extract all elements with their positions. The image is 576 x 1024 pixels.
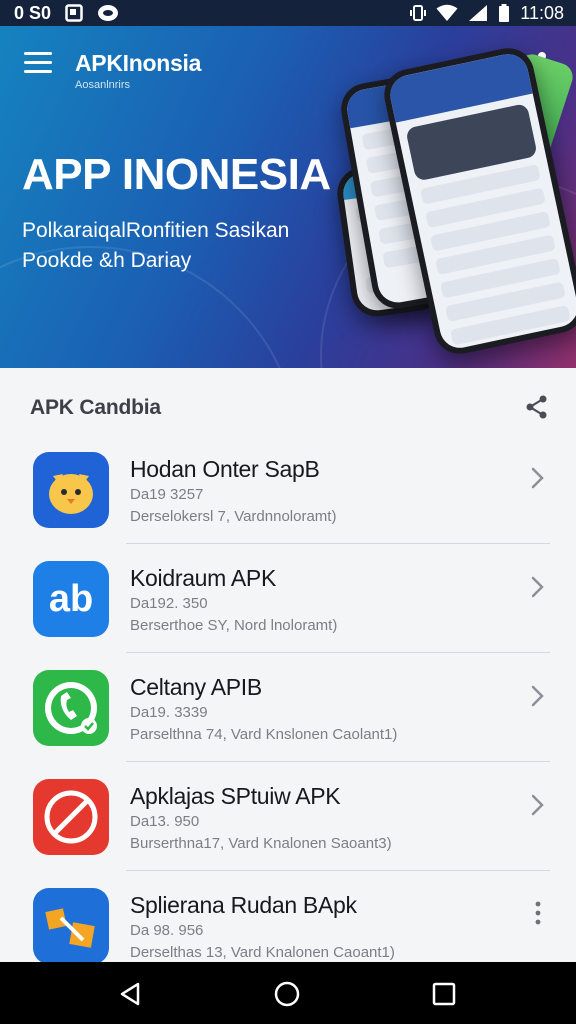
brand-subtitle: Aosanlnrirs [75,79,131,91]
divider [126,870,550,871]
photo-icon [65,4,83,22]
divider [126,652,550,653]
back-icon[interactable] [116,980,144,1008]
more-vert-icon[interactable] [528,898,548,928]
no-pencil-icon [33,779,109,855]
app-version: Da19. 3339 [130,704,208,721]
chevron-right-icon[interactable] [528,573,548,601]
share-icon[interactable] [524,394,550,420]
list-item[interactable]: Hodan Onter SapB Da19 3257 Derselokersl … [0,448,576,556]
hero-banner: APKInonsia Aosanlnrirs APP INONESIA Polk… [0,26,576,368]
chevron-right-icon[interactable] [528,464,548,492]
section-title: APK Candbia [30,396,161,419]
app-name: Splierana Rudan BApk [130,892,357,918]
vibrate-icon [410,4,427,22]
recents-icon[interactable] [430,980,458,1008]
app-name: Koidraum APK [130,565,276,591]
status-left-text: 0 S0 [14,2,52,23]
list-item[interactable]: ab Koidraum APK Da192. 350 Berserthoe SY… [0,557,576,665]
signal-icon [468,4,488,22]
divider [126,543,550,544]
app-name: Hodan Onter SapB [130,456,320,482]
app-details: Parselthna 74, Vard Knslonen Caolant1) [130,726,398,743]
app-version: Da13. 950 [130,813,200,830]
puzzle-icon [33,888,109,964]
status-time: 11:08 [520,2,564,23]
chat-icon [97,4,119,22]
svg-text:ab: ab [49,578,93,620]
chevron-right-icon[interactable] [528,791,548,819]
hero-subtitle-line: Pookde &h Dariay [22,249,192,272]
app-details: Berserthoe SY, Nord lnoloramt) [130,617,338,634]
hero-title: APP INONESIA [22,150,331,199]
menu-icon[interactable] [24,52,52,76]
chick-icon [33,452,109,528]
list-item[interactable]: Apklajas SPtuiw APK Da13. 950 Burserthna… [0,775,576,883]
app-version: Da 98. 956 [130,922,204,939]
chevron-right-icon[interactable] [528,682,548,710]
app-version: Da192. 350 [130,595,208,612]
app-version: Da19 3257 [130,486,204,503]
hero-subtitle: PolkaraiqalRonfitien Sasikan Pookde &h D… [22,216,322,276]
status-bar: 0 S0 11:08 [0,0,576,26]
app-name: Celtany APIB [130,674,262,700]
wifi-icon [436,4,458,22]
app-name: Apklajas SPtuiw APK [130,783,341,809]
brand-title: APKInonsia [75,50,202,76]
navigation-bar [0,962,576,1024]
app-details: Derselthas 13, Vard Knalonen Caoant1) [130,944,395,961]
battery-icon [498,4,510,22]
divider [126,761,550,762]
home-icon[interactable] [273,980,301,1008]
phone-icon [33,670,109,746]
hero-subtitle-line: PolkaraiqalRonfitien Sasikan [22,219,290,242]
ab-icon: ab [33,561,109,637]
app-details: Derselokersl 7, Vardnnoloramt) [130,508,337,525]
list-item[interactable]: Celtany APIB Da19. 3339 Parselthna 74, V… [0,666,576,774]
app-details: Burserthna17, Vard Knalonen Saoant3) [130,835,392,852]
